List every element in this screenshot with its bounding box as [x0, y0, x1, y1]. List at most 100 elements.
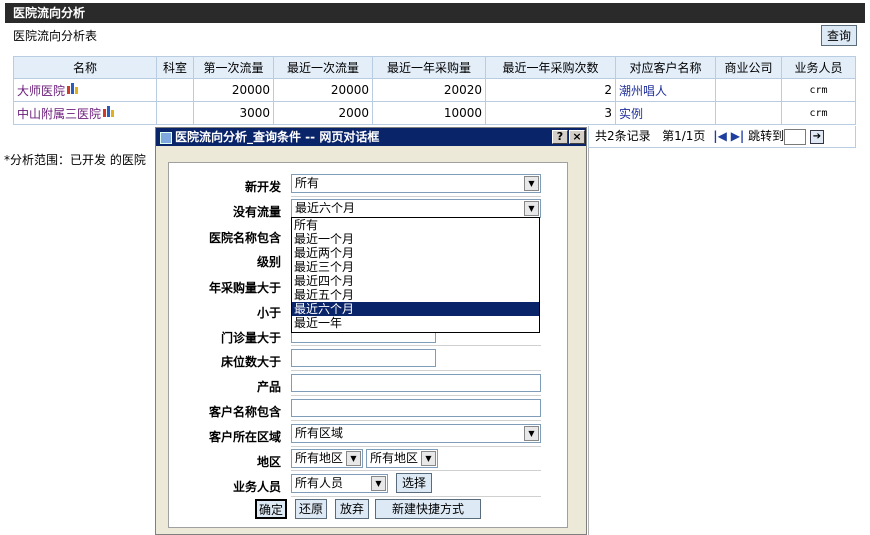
first-flow-cell: 20000 [193, 78, 274, 102]
customer-link[interactable]: 潮州唱人 [619, 84, 667, 98]
jump-page-input[interactable] [784, 128, 807, 145]
customer-name-input[interactable] [291, 399, 541, 417]
reset-button[interactable]: 还原 [295, 499, 327, 519]
column-header-customer[interactable]: 对应客户名称 [615, 56, 716, 79]
divider [291, 420, 541, 421]
dropdown-option[interactable]: 最近五个月 [292, 288, 539, 302]
chevron-down-icon[interactable]: ▼ [524, 426, 539, 441]
query-dialog: 医院流向分析_查询条件 -- 网页对话框 ? × 新开发 所有 ▼ 没有流量 最近… [155, 127, 587, 535]
year-qty-cell: 20020 [372, 78, 486, 102]
dropdown-option-selected[interactable]: 最近六个月 [292, 302, 539, 316]
customer-cell: 实例 [615, 101, 716, 125]
product-input[interactable] [291, 374, 541, 392]
table-caption: 医院流向分析表 [13, 29, 98, 43]
table-row: 中山附属三医院 3000 2000 10000 3 实例 crm [13, 101, 856, 125]
dropdown-option[interactable]: 最近三个月 [292, 260, 539, 274]
hospital-link[interactable]: 大师医院 [17, 84, 65, 98]
divider [291, 496, 541, 497]
less-than-label: 小于 [256, 306, 281, 320]
close-button[interactable]: × [569, 130, 585, 144]
customer-link[interactable]: 实例 [619, 107, 643, 121]
bar-chart-icon[interactable] [66, 82, 80, 94]
hospital-flow-table: 名称 科室 第一次流量 最近一次流量 最近一年采购量 最近一年采购次数 对应客户… [13, 56, 856, 125]
select-staff-button[interactable]: 选择 [396, 473, 433, 493]
area-select-2[interactable]: 所有地区 ▼ [366, 449, 438, 468]
column-header-dept[interactable]: 科室 [156, 56, 194, 79]
table-header-row: 名称 科室 第一次流量 最近一次流量 最近一年采购量 最近一年采购次数 对应客户… [13, 56, 856, 79]
help-button[interactable]: ? [552, 130, 568, 144]
customer-name-label: 客户名称包含 [208, 405, 281, 419]
dropdown-option[interactable]: 最近两个月 [292, 246, 539, 260]
hospital-link[interactable]: 中山附属三医院 [17, 107, 101, 121]
column-header-last-flow[interactable]: 最近一次流量 [273, 56, 373, 79]
area-label: 地区 [256, 455, 281, 469]
staff-cell: crm [781, 101, 856, 125]
divider [291, 196, 541, 197]
analysis-scope-note: *分析范围：已开发 的医院 [4, 153, 146, 167]
company-cell [715, 78, 782, 102]
hospital-name-label: 医院名称包含 [208, 231, 281, 245]
column-header-name[interactable]: 名称 [13, 56, 157, 79]
window-icon [160, 131, 172, 144]
year-count-cell: 3 [485, 101, 616, 125]
no-flow-select[interactable]: 最近六个月 ▼ [291, 199, 541, 218]
divider [588, 148, 589, 535]
name-cell: 中山附属三医院 [13, 101, 157, 125]
staff-label: 业务人员 [232, 480, 281, 494]
divider [291, 446, 541, 447]
pagination-bar: 共2条记录 第1/1页 |◀ ▶| 跳转到 ➔ [588, 126, 856, 148]
abandon-button[interactable]: 放弃 [335, 499, 369, 519]
chevron-down-icon[interactable]: ▼ [371, 476, 386, 491]
page-indicator: 第1/1页 [662, 129, 706, 143]
dialog-titlebar[interactable]: 医院流向分析_查询条件 -- 网页对话框 ? × [156, 128, 586, 146]
column-header-year-count[interactable]: 最近一年采购次数 [485, 56, 616, 79]
query-button[interactable]: 查询 [821, 25, 858, 46]
first-page-icon[interactable]: |◀ [713, 129, 727, 143]
outpatient-gt-label: 门诊量大于 [220, 331, 281, 345]
divider [291, 470, 541, 471]
chevron-down-icon[interactable]: ▼ [524, 176, 539, 191]
next-page-icon[interactable]: ▶| [731, 129, 745, 143]
divider [291, 395, 541, 396]
chevron-down-icon[interactable]: ▼ [421, 451, 436, 466]
dept-cell [156, 78, 194, 102]
area-select-1[interactable]: 所有地区 ▼ [291, 449, 363, 468]
column-header-first-flow[interactable]: 第一次流量 [193, 56, 274, 79]
beds-gt-input[interactable] [291, 349, 436, 367]
dept-cell [156, 101, 194, 125]
new-dev-label: 新开发 [244, 180, 281, 194]
year-count-cell: 2 [485, 78, 616, 102]
staff-select[interactable]: 所有人员 ▼ [291, 474, 388, 493]
dropdown-option[interactable]: 所有 [292, 218, 539, 232]
no-flow-dropdown-list: 所有 最近一个月 最近两个月 最近三个月 最近四个月 最近五个月 最近六个月 最… [291, 217, 540, 333]
company-cell [715, 101, 782, 125]
first-flow-cell: 3000 [193, 101, 274, 125]
dropdown-option[interactable]: 最近四个月 [292, 274, 539, 288]
column-header-company[interactable]: 商业公司 [715, 56, 782, 79]
dialog-form: 新开发 所有 ▼ 没有流量 最近六个月 ▼ 医院名称包含 级别 年采购量大于 小于 … [168, 162, 568, 528]
new-dev-select[interactable]: 所有 ▼ [291, 174, 541, 193]
divider [291, 370, 541, 371]
beds-gt-label: 床位数大于 [220, 355, 281, 369]
jump-label: 跳转到 [748, 129, 785, 143]
dropdown-option[interactable]: 最近一个月 [292, 232, 539, 246]
customer-region-select[interactable]: 所有区域 ▼ [291, 424, 541, 443]
product-label: 产品 [256, 380, 281, 394]
column-header-year-qty[interactable]: 最近一年采购量 [372, 56, 486, 79]
year-qty-gt-label: 年采购量大于 [208, 281, 281, 295]
dialog-title: 医院流向分析_查询条件 -- 网页对话框 [175, 130, 380, 144]
column-header-staff[interactable]: 业务人员 [781, 56, 856, 79]
dropdown-option[interactable]: 最近一年 [292, 316, 539, 330]
customer-region-label: 客户所在区域 [208, 430, 281, 444]
go-arrow-icon[interactable]: ➔ [810, 129, 824, 144]
customer-cell: 潮州唱人 [615, 78, 716, 102]
table-row: 大师医院 20000 20000 20020 2 潮州唱人 crm [13, 78, 856, 102]
chevron-down-icon[interactable]: ▼ [346, 451, 361, 466]
chevron-down-icon[interactable]: ▼ [524, 201, 539, 216]
record-count: 共2条记录 [595, 129, 651, 143]
last-flow-cell: 20000 [273, 78, 373, 102]
bar-chart-icon[interactable] [102, 105, 116, 117]
name-cell: 大师医院 [13, 78, 157, 102]
ok-button[interactable]: 确定 [255, 499, 287, 519]
new-shortcut-button[interactable]: 新建快捷方式 [375, 499, 481, 519]
